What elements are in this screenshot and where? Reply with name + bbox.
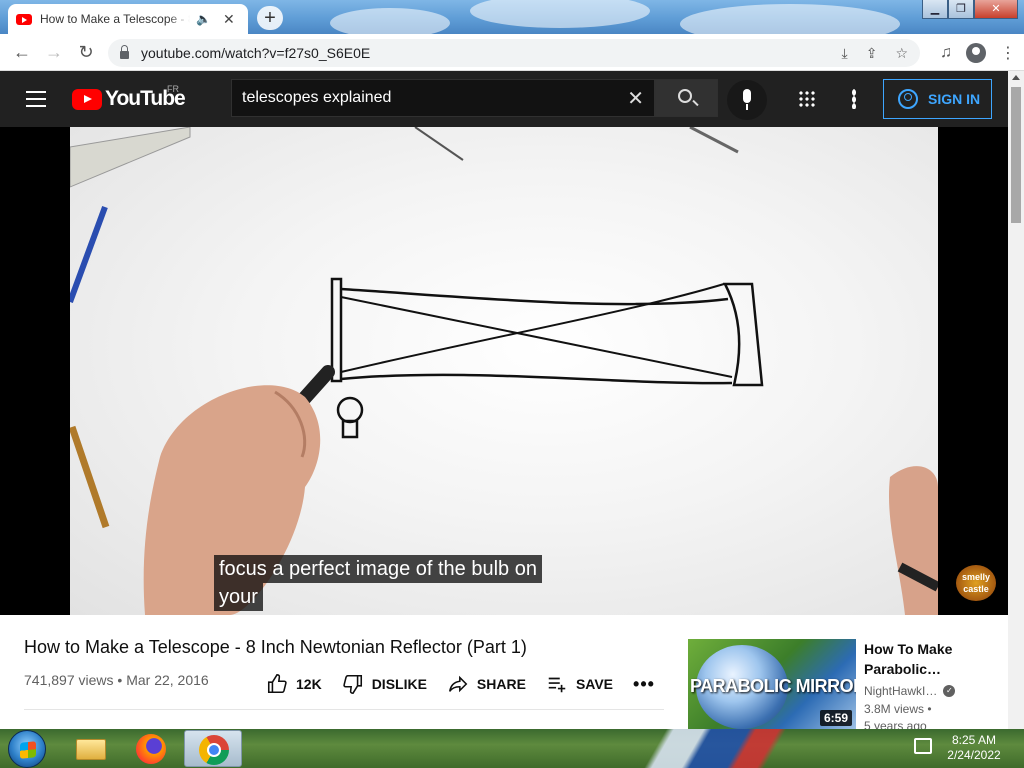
bookmark-star-icon[interactable]: ☆ [895, 45, 908, 62]
youtube-masthead: YouTube FR telescopes explained ✕ SIGN I… [0, 71, 1008, 127]
window-controls: ▁ ❐ ✕ [922, 0, 1018, 20]
lock-icon[interactable] [120, 44, 129, 59]
browser-toolbar: ← → ↻ youtube.com/watch?v=f27s0_S6E0E ⤓ … [0, 34, 1024, 71]
more-actions-icon[interactable]: ••• [633, 674, 655, 695]
back-icon[interactable]: ← [6, 42, 38, 63]
verified-check-icon: ✓ [943, 685, 956, 697]
country-code: FR [167, 84, 179, 94]
share-page-icon[interactable]: ⇪ [866, 45, 878, 62]
caption-line-1: focus a perfect image of the bulb on [214, 555, 542, 583]
youtube-play-icon [72, 88, 102, 110]
wallpaper-decoration [560, 729, 900, 768]
minimize-button[interactable]: ▁ [922, 0, 948, 19]
search-button[interactable] [655, 79, 718, 117]
thumbs-down-icon [342, 674, 362, 694]
video-title: How to Make a Telescope - 8 Inch Newtoni… [24, 637, 527, 657]
search-input[interactable]: telescopes explained ✕ [231, 79, 655, 117]
sign-in-label: SIGN IN [928, 91, 981, 107]
video-drawing [70, 127, 938, 615]
recommended-title[interactable]: How To Make Parabolic… [864, 639, 974, 679]
like-button[interactable]: 12K [266, 673, 322, 695]
video-captions: focus a perfect image of the bulb on you… [214, 555, 542, 611]
share-button[interactable]: SHARE [447, 673, 526, 695]
recommended-video[interactable]: PARABOLIC MIRROR 6:59 How To Make Parabo… [688, 639, 998, 729]
taskbar-chrome[interactable] [184, 730, 242, 767]
browser-tab-strip: How to Make a Telescope - 8 🔈 ✕ + ▁ ❐ ✕ [0, 0, 1024, 34]
profile-avatar-icon[interactable] [966, 42, 986, 63]
windows-taskbar: 8:25 AM 2/24/2022 [0, 729, 1024, 768]
save-button[interactable]: SAVE [546, 673, 613, 695]
playlist-add-icon [548, 677, 566, 693]
account-icon [898, 89, 918, 109]
system-clock[interactable]: 8:25 AM 2/24/2022 [940, 733, 1008, 763]
like-count: 12K [296, 676, 322, 692]
youtube-logo[interactable]: YouTube FR [72, 84, 186, 111]
media-control-icon[interactable]: ♫ [940, 44, 952, 62]
audio-playing-icon[interactable]: 🔈 [196, 12, 211, 26]
restore-button[interactable]: ❐ [948, 0, 974, 19]
caption-line-2: your [214, 583, 263, 611]
url-text[interactable]: youtube.com/watch?v=f27s0_S6E0E [141, 45, 370, 61]
video-duration: 6:59 [819, 710, 852, 726]
scrollbar-thumb[interactable] [1011, 87, 1021, 223]
page-scrollbar[interactable] [1008, 71, 1024, 729]
guide-menu-icon[interactable] [26, 91, 46, 112]
address-bar[interactable]: youtube.com/watch?v=f27s0_S6E0E ⤓ ⇪ ☆ [108, 39, 920, 67]
recommended-channel[interactable]: NightHawkI… ✓ [864, 684, 956, 698]
save-label: SAVE [575, 676, 614, 692]
settings-menu-icon[interactable] [852, 89, 856, 109]
scroll-up-icon[interactable] [1012, 75, 1020, 80]
folder-icon [76, 739, 106, 760]
new-tab-button[interactable]: + [257, 6, 283, 30]
video-frame [70, 127, 938, 615]
recommended-thumbnail[interactable]: PARABOLIC MIRROR 6:59 [688, 639, 856, 729]
video-meta: 741,897 views • Mar 22, 2016 [24, 672, 209, 688]
windows-logo-icon [20, 741, 36, 759]
tab-close-icon[interactable]: ✕ [223, 11, 235, 28]
search-query[interactable]: telescopes explained [242, 89, 391, 107]
forward-icon[interactable]: → [38, 42, 70, 63]
window-close-button[interactable]: ✕ [974, 0, 1018, 19]
share-arrow-icon [448, 675, 468, 693]
firefox-icon [136, 734, 166, 764]
thumbs-up-icon [267, 674, 287, 694]
dislike-label: DISLIKE [371, 676, 427, 692]
divider [24, 709, 664, 710]
share-label: SHARE [476, 676, 526, 692]
taskbar-firefox[interactable] [122, 730, 180, 767]
thumbnail-text: PARABOLIC MIRROR [690, 676, 856, 696]
voice-search-icon[interactable] [727, 80, 767, 120]
recommended-views: 3.8M views • [864, 702, 932, 716]
video-actions: 12K DISLIKE SHARE SAVE ••• [266, 672, 675, 696]
chrome-icon [199, 735, 229, 765]
tab-title: How to Make a Telescope - 8 [40, 12, 190, 26]
youtube-favicon-icon [16, 13, 32, 25]
apps-grid-icon[interactable] [798, 90, 816, 108]
reload-icon[interactable]: ↻ [70, 42, 102, 63]
video-player[interactable] [0, 127, 1008, 615]
clock-date: 2/24/2022 [947, 748, 1001, 762]
recommended-age: 5 years ago [864, 720, 927, 729]
install-icon[interactable]: ⤓ [842, 45, 848, 62]
channel-name[interactable]: NightHawkI… [864, 684, 937, 698]
dislike-button[interactable]: DISLIKE [342, 673, 427, 695]
search-icon [678, 89, 692, 103]
start-button[interactable] [8, 730, 46, 768]
network-icon[interactable] [914, 738, 932, 754]
upload-date: Mar 22, 2016 [126, 672, 209, 688]
sign-in-button[interactable]: SIGN IN [883, 79, 992, 119]
browser-tab[interactable]: How to Make a Telescope - 8 🔈 ✕ [8, 4, 248, 34]
browser-menu-icon[interactable]: ⋮ [1000, 43, 1016, 63]
clock-time: 8:25 AM [951, 733, 997, 747]
clear-search-icon[interactable]: ✕ [627, 86, 644, 111]
channel-watermark[interactable]: smelly castle [956, 565, 996, 601]
taskbar-explorer[interactable] [60, 730, 118, 767]
view-count: 741,897 views [24, 672, 114, 688]
